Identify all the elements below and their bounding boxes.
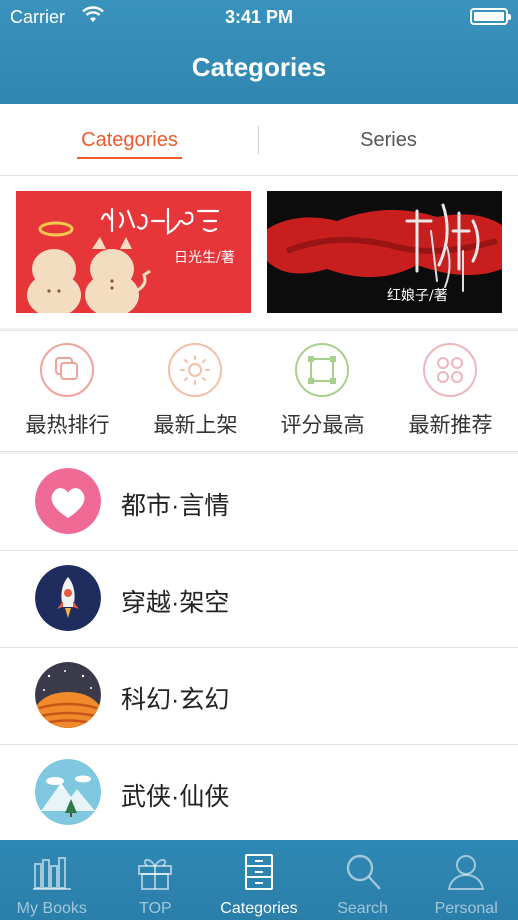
tab-my-books[interactable]: My Books — [0, 840, 104, 920]
quick-top-rated-label: 评分最高 — [280, 414, 365, 437]
quick-new-shelf-label: 最新上架 — [153, 414, 238, 437]
tab-categories-nav-label: Categories — [220, 900, 298, 917]
bookshelf-icon — [32, 857, 71, 890]
banner-1-author: 日光生/著 — [174, 250, 235, 266]
quick-recommend[interactable]: 最新推荐 — [386, 331, 515, 453]
list-item[interactable]: 穿越·架空 — [0, 551, 518, 648]
active-tab-underline — [77, 157, 182, 159]
category-label: 穿越·架空 — [121, 589, 230, 617]
banner-book-2[interactable]: 红娘子/著 — [267, 191, 502, 313]
battery-icon — [470, 8, 511, 25]
new-shelf-icon — [168, 343, 222, 397]
person-icon — [447, 855, 485, 890]
status-bar: Carrier 3:41 PM — [0, 0, 518, 34]
list-item[interactable]: 都市·言情 — [0, 454, 518, 551]
tab-series[interactable]: Series — [259, 104, 518, 176]
quick-recommend-label: 最新推荐 — [408, 414, 493, 437]
search-icon — [346, 854, 381, 890]
bottom-tab-bar: My Books TOP Categories Search Personal — [0, 840, 518, 920]
quick-new-shelf[interactable]: 最新上架 — [131, 331, 260, 453]
banner-strip: 日光生/著 红娘子/著 — [0, 176, 518, 328]
top-header: Carrier 3:41 PM Categories — [0, 0, 518, 104]
clock: 3:41 PM — [224, 7, 294, 27]
rocket-icon — [35, 565, 101, 631]
heart-icon — [35, 468, 101, 534]
top-rated-icon — [295, 343, 349, 397]
tab-search-label: Search — [337, 900, 388, 917]
list-item[interactable]: 科幻·玄幻 — [0, 648, 518, 745]
quick-links: 最热排行 最新上架 评分最高 最新推荐 — [0, 330, 518, 452]
category-label: 都市·言情 — [121, 492, 230, 520]
segment-tabs: Categories Series — [0, 104, 518, 176]
banner-2-author: 红娘子/著 — [387, 288, 448, 304]
cabinet-icon — [244, 854, 273, 890]
tab-series-label: Series — [360, 129, 417, 151]
banner-2-artwork — [267, 191, 502, 313]
hot-rank-icon — [40, 343, 94, 397]
gift-icon — [138, 859, 173, 890]
category-label: 科幻·玄幻 — [121, 686, 230, 714]
tab-categories-label: Categories — [81, 129, 178, 151]
quick-top-rated[interactable]: 评分最高 — [258, 331, 387, 453]
list-item[interactable]: 武侠·仙侠 — [0, 745, 518, 842]
planet-icon — [35, 662, 101, 728]
tab-categories[interactable]: Categories — [0, 104, 259, 176]
category-label: 武侠·仙侠 — [121, 783, 230, 811]
tab-search[interactable]: Search — [311, 840, 415, 920]
page-title: Categories — [191, 52, 327, 82]
category-list: 都市·言情 穿越·架空 科幻·玄幻 武侠·仙侠 — [0, 454, 518, 842]
mountain-icon — [35, 759, 101, 825]
tab-categories-nav[interactable]: Categories — [207, 840, 311, 920]
quick-hot-rank-label: 最热排行 — [25, 414, 110, 437]
quick-hot-rank[interactable]: 最热排行 — [3, 331, 132, 453]
tab-personal[interactable]: Personal — [414, 840, 518, 920]
tab-top[interactable]: TOP — [104, 840, 208, 920]
tab-top-label: TOP — [139, 900, 172, 917]
recommend-icon — [423, 343, 477, 397]
tab-my-books-label: My Books — [16, 900, 87, 917]
banner-book-1[interactable]: 日光生/著 — [16, 191, 251, 313]
tab-personal-label: Personal — [434, 900, 498, 917]
